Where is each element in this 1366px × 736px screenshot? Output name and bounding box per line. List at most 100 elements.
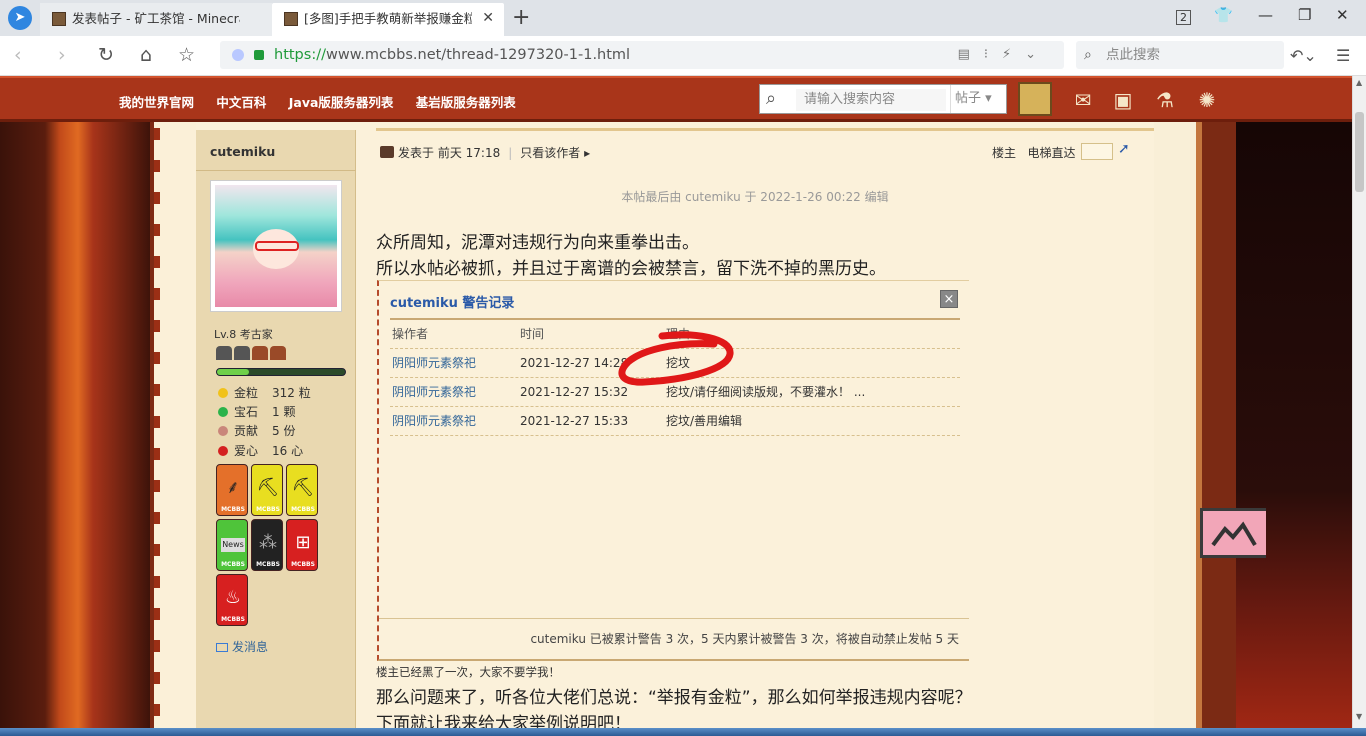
nav-java-servers[interactable]: Java版服务器列表 (289, 95, 394, 110)
scrollbar-thumb[interactable] (1355, 112, 1364, 192)
forward-icon[interactable]: › (58, 44, 66, 66)
blocks-icon: ⊞ (295, 532, 311, 553)
nav-bedrock-servers[interactable]: 基岩版服务器列表 (416, 95, 516, 110)
helmet-icon (252, 346, 268, 360)
message-envelope-icon[interactable]: ✉ (1070, 87, 1096, 113)
address-bar[interactable]: https://www.mcbbs.net/thread-1297320-1-1… (220, 41, 1064, 69)
frame-decoration (154, 352, 166, 364)
badge-tag: MCBBS (256, 561, 280, 568)
badge-ore[interactable]: ⁂ MCBBS (251, 519, 283, 571)
close-window-button[interactable]: ✕ (1336, 6, 1349, 24)
scroll-down-icon[interactable]: ▼ (1356, 712, 1362, 721)
emerald-icon (218, 407, 228, 417)
nav-minecraft-official[interactable]: 我的世界官网 (119, 95, 194, 110)
badge-tag: MCBBS (221, 616, 245, 623)
helmet-icon (270, 346, 286, 360)
cookie-icon[interactable]: ✺ (1194, 87, 1220, 113)
stat-contribution: 贡献 5 份 (218, 422, 295, 439)
elevator-input[interactable] (1081, 143, 1113, 160)
operator-link[interactable]: 阴阳师元素祭祀 (392, 378, 476, 407)
author-avatar[interactable] (210, 180, 342, 312)
operator-link[interactable]: 阴阳师元素祭祀 (392, 349, 476, 378)
undo-icon[interactable]: ↶⌄ (1290, 46, 1317, 65)
column-header: 时间 (520, 327, 545, 341)
only-author-link[interactable]: 只看该作者 (520, 146, 580, 160)
address-tools[interactable]: ▤⁝⚡⌄ (958, 41, 1050, 69)
home-icon[interactable]: ⌂ (140, 44, 152, 66)
site-search-input[interactable]: 请输入搜索内容 (796, 89, 946, 111)
red-circle-annotation (618, 331, 734, 386)
scroll-up-icon[interactable]: ▲ (1356, 78, 1362, 87)
java-cup-icon: ♨ (224, 587, 242, 608)
potion-icon[interactable]: ⚗ (1152, 87, 1178, 113)
browser-logo-icon[interactable]: ➤ (8, 6, 32, 30)
badge-news[interactable]: News MCBBS (216, 519, 248, 571)
ore-icon: ⁂ (259, 532, 277, 553)
tab-count-badge[interactable]: 2 (1176, 10, 1191, 25)
post-text-line: 那么问题来了，听各位大佬们总说：“举报有金粒”，那么如何举报违规内容呢？ (376, 688, 972, 708)
restore-button[interactable]: ❐ (1298, 6, 1311, 24)
badge-pickaxe[interactable]: ⛏ MCBBS (251, 464, 283, 516)
frame-decoration (154, 512, 166, 524)
warn-time: 2021-12-27 15:32 (520, 385, 629, 399)
helmet-icon (216, 346, 232, 360)
frame-decoration (154, 384, 166, 396)
avatar-image (215, 185, 337, 307)
new-tab-button[interactable]: + (512, 5, 530, 30)
operator-link[interactable]: 阴阳师元素祭祀 (392, 407, 476, 436)
gold-nugget-icon (218, 388, 228, 398)
frame-decoration (154, 704, 166, 716)
menu-icon[interactable]: ☰ (1336, 46, 1350, 65)
badge-pickaxe[interactable]: ⛏ MCBBS (286, 464, 318, 516)
minimize-button[interactable]: — (1258, 6, 1273, 24)
send-message-label: 发消息 (232, 640, 269, 654)
bookmark-star-icon[interactable]: ☆ (178, 44, 195, 66)
minecraft-favicon-icon (284, 12, 298, 26)
os-taskbar (0, 728, 1366, 736)
search-icon: ⌕ (1084, 47, 1092, 63)
send-message-link[interactable]: 发消息 (216, 638, 268, 655)
site-search: ⌕ 请输入搜索内容 帖子 ▾ (759, 84, 1007, 114)
author-name[interactable]: cutemiku (210, 144, 275, 159)
browser-search-input[interactable]: ⌕ 点此搜索 (1076, 41, 1284, 69)
tab-thread[interactable]: [多图]手把手教萌新举报赚金粒 ✕ (272, 3, 504, 36)
tab-close-icon[interactable]: ✕ (482, 3, 494, 34)
post-meta: 发表于 前天 17:18 | 只看该作者 ▸ (380, 144, 590, 161)
warn-time: 2021-12-27 14:28 (520, 356, 629, 370)
stat-value: 16 心 (272, 444, 304, 458)
helmet-icon (234, 346, 250, 360)
nether-background-left (0, 122, 150, 736)
reload-icon[interactable]: ↻ (98, 44, 114, 66)
page-scrollbar[interactable]: ▲ ▼ (1352, 76, 1366, 728)
pickaxe-icon: ⛏ (291, 477, 315, 498)
shirt-icon[interactable]: 👕 (1214, 6, 1233, 24)
xp-bar-fill (217, 369, 249, 375)
small-note: 楼主已经黑了一次，大家不要学我！ (376, 665, 560, 679)
notification-block-icon[interactable]: ▣ (1110, 87, 1136, 113)
badge-sapling[interactable]: ⸙ MCBBS (216, 464, 248, 516)
stat-label: 爱心 (234, 444, 259, 458)
badge-blocks[interactable]: ⊞ MCBBS (286, 519, 318, 571)
frame-decoration (154, 128, 166, 140)
stat-value: 5 份 (272, 424, 296, 438)
stat-label: 宝石 (234, 405, 259, 419)
posted-at: 发表于 前天 17:18 (398, 146, 501, 160)
back-icon[interactable]: ‹ (14, 44, 22, 66)
badge-java[interactable]: ♨ MCBBS (216, 574, 248, 626)
badge-tag: MCBBS (221, 506, 245, 513)
browser-toolbar: ‹ › ↻ ⌂ ☆ https://www.mcbbs.net/thread-1… (0, 36, 1366, 76)
user-avatar[interactable] (1018, 82, 1052, 116)
pink-flag-icon[interactable] (1200, 508, 1266, 558)
elevator-go-icon[interactable]: ➚ (1118, 141, 1130, 157)
magnifier-icon[interactable]: ⌕ (766, 88, 776, 109)
url-scheme: https:// (274, 47, 326, 63)
search-scope-select[interactable]: 帖子 ▾ (950, 85, 1006, 113)
tab-post-new[interactable]: 发表帖子 - 矿工茶馆 - Minecraft (40, 3, 272, 36)
browser-tabbar: ➤ 发表帖子 - 矿工茶馆 - Minecraft [多图]手把手教萌新举报赚金… (0, 0, 1366, 36)
url-path: www.mcbbs.net/thread-1297320-1-1.html (325, 47, 631, 63)
close-icon[interactable]: × (940, 290, 958, 308)
nav-wiki[interactable]: 中文百科 (216, 95, 266, 110)
post-text-line: 所以水帖必被抓，并且过于离谱的会被禁言，留下洗不掉的黑历史。 (376, 259, 886, 279)
frame-decoration (154, 576, 166, 588)
badge-tag: MCBBS (291, 561, 315, 568)
